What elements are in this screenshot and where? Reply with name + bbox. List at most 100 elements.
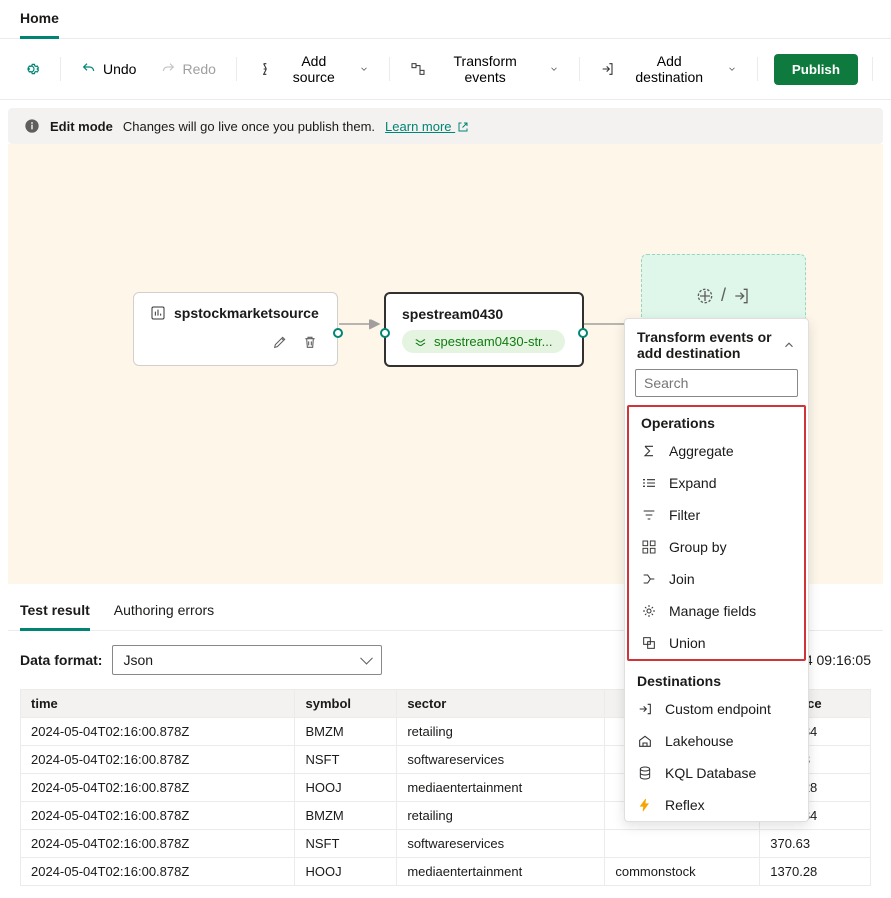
table-cell: HOOJ bbox=[295, 858, 397, 886]
data-format-select[interactable]: Json bbox=[112, 645, 382, 675]
dropdown-title: Transform events or add destination bbox=[637, 329, 782, 361]
separator bbox=[872, 57, 873, 81]
add-destination-button[interactable]: Add destination bbox=[590, 47, 747, 91]
table-cell: HOOJ bbox=[295, 774, 397, 802]
delete-button[interactable] bbox=[299, 331, 321, 353]
external-link-icon bbox=[457, 121, 469, 133]
operation-label: Aggregate bbox=[669, 443, 734, 459]
table-row[interactable]: 2024-05-04T02:16:00.878ZNSFTsoftwareserv… bbox=[21, 830, 871, 858]
trash-icon bbox=[302, 334, 318, 350]
separator bbox=[60, 57, 61, 81]
column-header[interactable]: sector bbox=[397, 690, 605, 718]
output-port[interactable] bbox=[333, 328, 343, 338]
separator bbox=[236, 57, 237, 81]
table-cell: mediaentertainment bbox=[397, 774, 605, 802]
operation-label: Manage fields bbox=[669, 603, 756, 619]
filter-icon bbox=[641, 507, 657, 523]
transform-events-label: Transform events bbox=[432, 53, 539, 85]
destination-custom-endpoint[interactable]: Custom endpoint bbox=[625, 693, 808, 725]
transform-destination-dropdown: Transform events or add destination Oper… bbox=[624, 318, 809, 822]
substream-pill[interactable]: spestream0430-str... bbox=[402, 330, 565, 353]
operation-expand[interactable]: Expand bbox=[629, 467, 804, 499]
add-source-label: Add source bbox=[279, 53, 349, 85]
chevron-down-icon bbox=[355, 64, 369, 74]
column-header[interactable]: symbol bbox=[295, 690, 397, 718]
join-icon bbox=[641, 571, 657, 587]
transform-icon bbox=[410, 61, 426, 77]
table-cell: softwareservices bbox=[397, 830, 605, 858]
operation-filter[interactable]: Filter bbox=[629, 499, 804, 531]
kql-icon bbox=[637, 765, 653, 781]
chevron-down-icon bbox=[545, 64, 559, 74]
table-cell: 370.63 bbox=[760, 830, 871, 858]
operations-label: Operations bbox=[629, 407, 804, 435]
redo-button[interactable]: Redo bbox=[150, 55, 225, 83]
collapse-button[interactable] bbox=[782, 338, 796, 352]
undo-button[interactable]: Undo bbox=[71, 55, 146, 83]
destinations-label: Destinations bbox=[625, 665, 808, 693]
info-bar: Edit mode Changes will go live once you … bbox=[8, 108, 883, 144]
destination-label: Custom endpoint bbox=[665, 701, 771, 717]
info-icon bbox=[24, 118, 40, 134]
output-glyph-icon bbox=[732, 286, 752, 306]
table-cell: softwareservices bbox=[397, 746, 605, 774]
edit-button[interactable] bbox=[269, 331, 291, 353]
toolbar: Undo Redo Add source Transform events Ad… bbox=[0, 39, 891, 100]
table-cell: retailing bbox=[397, 718, 605, 746]
add-source-button[interactable]: Add source bbox=[247, 47, 379, 91]
learn-more-link[interactable]: Learn more bbox=[385, 119, 469, 134]
publish-button[interactable]: Publish bbox=[774, 54, 858, 85]
add-destination-label: Add destination bbox=[622, 53, 717, 85]
reflex-icon bbox=[637, 797, 653, 813]
union-icon bbox=[641, 635, 657, 651]
search-input[interactable] bbox=[635, 369, 798, 397]
stream-node-name: spestream0430 bbox=[402, 306, 566, 322]
lakehouse-icon bbox=[637, 733, 653, 749]
gear-icon bbox=[22, 60, 40, 78]
source-node-name: spstockmarketsource bbox=[174, 305, 319, 321]
info-message: Changes will go live once you publish th… bbox=[123, 119, 375, 134]
operations-section: Operations Aggregate Expand Filter Group by… bbox=[627, 405, 806, 661]
redo-label: Redo bbox=[182, 61, 215, 77]
table-row[interactable]: 2024-05-04T02:16:00.878ZHOOJmediaenterta… bbox=[21, 858, 871, 886]
stream-icon bbox=[414, 335, 428, 349]
destination-reflex[interactable]: Reflex bbox=[625, 789, 808, 821]
output-port[interactable] bbox=[578, 328, 588, 338]
operation-group-by[interactable]: Group by bbox=[629, 531, 804, 563]
separator bbox=[757, 57, 758, 81]
separator bbox=[389, 57, 390, 81]
endpoint-icon bbox=[637, 701, 653, 717]
operation-label: Union bbox=[669, 635, 706, 651]
settings-button[interactable] bbox=[12, 54, 50, 84]
transform-events-button[interactable]: Transform events bbox=[400, 47, 569, 91]
operation-label: Filter bbox=[669, 507, 700, 523]
table-cell: 2024-05-04T02:16:00.878Z bbox=[21, 830, 295, 858]
column-header[interactable]: time bbox=[21, 690, 295, 718]
operation-label: Join bbox=[669, 571, 695, 587]
destination-label: Reflex bbox=[665, 797, 705, 813]
tab-test-result[interactable]: Test result bbox=[20, 592, 90, 631]
undo-icon bbox=[81, 61, 97, 77]
table-cell: BMZM bbox=[295, 802, 397, 830]
tab-authoring-errors[interactable]: Authoring errors bbox=[114, 592, 214, 630]
destination-lakehouse[interactable]: Lakehouse bbox=[625, 725, 808, 757]
operation-join[interactable]: Join bbox=[629, 563, 804, 595]
sigma-icon bbox=[641, 443, 657, 459]
substream-name: spestream0430-str... bbox=[434, 334, 553, 349]
operation-aggregate[interactable]: Aggregate bbox=[629, 435, 804, 467]
table-cell: 2024-05-04T02:16:00.878Z bbox=[21, 746, 295, 774]
add-destination-icon bbox=[600, 61, 616, 77]
top-tab-bar: Home bbox=[0, 0, 891, 39]
operation-union[interactable]: Union bbox=[629, 627, 804, 659]
input-port[interactable] bbox=[380, 328, 390, 338]
destination-label: Lakehouse bbox=[665, 733, 734, 749]
table-cell: 1370.28 bbox=[760, 858, 871, 886]
stream-node[interactable]: spestream0430 spestream0430-str... bbox=[384, 292, 584, 367]
operation-manage-fields[interactable]: Manage fields bbox=[629, 595, 804, 627]
tab-home[interactable]: Home bbox=[20, 0, 59, 39]
table-cell: 2024-05-04T02:16:00.878Z bbox=[21, 774, 295, 802]
source-node[interactable]: spstockmarketsource bbox=[133, 292, 338, 366]
chevron-down-icon bbox=[723, 64, 737, 74]
destination-kql-database[interactable]: KQL Database bbox=[625, 757, 808, 789]
data-format-label: Data format: bbox=[20, 652, 102, 668]
